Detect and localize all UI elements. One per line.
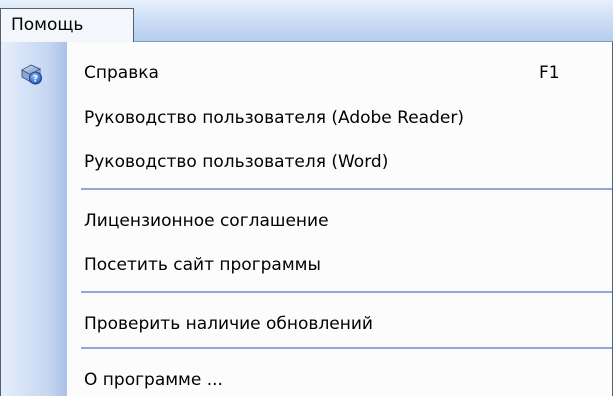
- menu-item-license[interactable]: Лицензионное соглашение: [1, 203, 612, 239]
- help-dropdown-menu: ? Справка F1 Руководство пользователя (A…: [0, 42, 613, 396]
- menu-bar: Помощь: [0, 0, 613, 43]
- menu-item-label: О программе ...: [84, 370, 223, 390]
- menu-item-label: Руководство пользователя (Adobe Reader): [84, 108, 464, 128]
- menu-item-label: Лицензионное соглашение: [84, 211, 329, 231]
- menu-item-visit-site[interactable]: Посетить сайт программы: [1, 247, 612, 283]
- menu-item-help[interactable]: ? Справка F1: [1, 55, 612, 91]
- menu-separator: [81, 291, 612, 293]
- menu-item-label: Проверить наличие обновлений: [84, 314, 373, 334]
- svg-text:?: ?: [33, 75, 38, 85]
- menu-separator: [81, 188, 612, 190]
- menu-item-check-updates[interactable]: Проверить наличие обновлений: [1, 306, 612, 342]
- menu-item-label: Руководство пользователя (Word): [84, 152, 389, 172]
- menu-item-label: Справка: [84, 63, 159, 83]
- menu-separator: [81, 347, 612, 349]
- menu-item-shortcut: F1: [539, 63, 560, 83]
- menu-item-label: Посетить сайт программы: [84, 255, 321, 275]
- menu-item-user-guide-word[interactable]: Руководство пользователя (Word): [1, 144, 612, 180]
- menu-item-about[interactable]: О программе ...: [1, 362, 612, 398]
- menu-help-title[interactable]: Помощь: [0, 8, 134, 43]
- help-icon: ?: [19, 62, 43, 86]
- menu-item-user-guide-adobe[interactable]: Руководство пользователя (Adobe Reader): [1, 100, 612, 136]
